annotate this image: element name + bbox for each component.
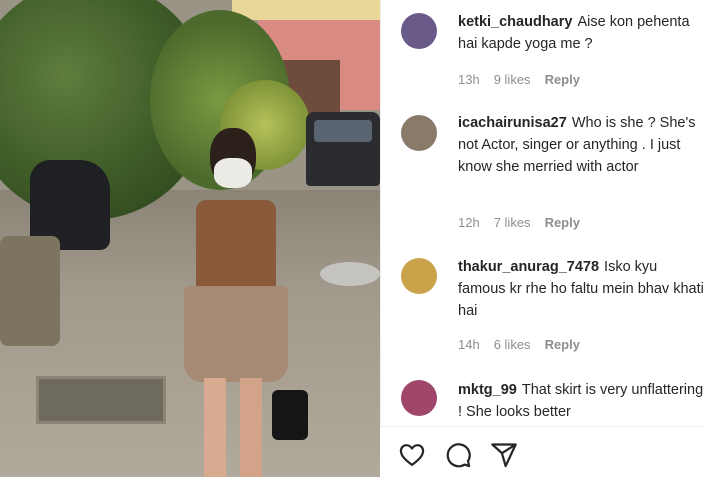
heart-icon[interactable]: [398, 441, 426, 469]
comment-username[interactable]: thakur_anurag_7478: [458, 259, 599, 275]
action-bar: [380, 426, 706, 477]
leg: [204, 378, 226, 477]
printed-skirt: [184, 286, 288, 382]
comment-likes[interactable]: 9 likes: [494, 72, 531, 87]
reply-button[interactable]: Reply: [545, 337, 580, 352]
comment-meta: 14h 6 likes Reply: [458, 337, 594, 352]
avatar[interactable]: [401, 13, 437, 49]
comment-meta: 12h 7 likes Reply: [458, 215, 594, 230]
avatar[interactable]: [401, 115, 437, 151]
comment-body: ketki_chaudhary Aise kon pehenta hai kapd…: [458, 11, 706, 55]
comment-body: mktg_99 That skirt is very unflattering !…: [458, 379, 706, 423]
avatar-image: [401, 258, 437, 294]
comment-likes[interactable]: 7 likes: [494, 215, 531, 230]
comment-meta: 13h 9 likes Reply: [458, 72, 594, 87]
puddle: [320, 262, 380, 286]
comment-likes[interactable]: 6 likes: [494, 337, 531, 352]
comment-username[interactable]: icachairunisa27: [458, 115, 567, 131]
post-photo[interactable]: [0, 0, 380, 477]
avatar-image: [401, 380, 437, 416]
share-icon[interactable]: [490, 441, 518, 469]
comment-time[interactable]: 12h: [458, 215, 480, 230]
reply-button[interactable]: Reply: [545, 215, 580, 230]
car-window: [314, 120, 372, 142]
avatar[interactable]: [401, 380, 437, 416]
comment-body: icachairunisa27 Who is she ? She's not Ac…: [458, 112, 706, 178]
walking-woman: [178, 128, 308, 477]
comment-username[interactable]: mktg_99: [458, 382, 517, 398]
reply-button[interactable]: Reply: [545, 72, 580, 87]
comment-time[interactable]: 13h: [458, 72, 480, 87]
face-mask: [214, 158, 252, 188]
avatar-image: [401, 13, 437, 49]
handbag: [272, 390, 308, 440]
avatar[interactable]: [401, 258, 437, 294]
comments-panel[interactable]: ketki_chaudhary Aise kon pehenta hai kapd…: [380, 0, 706, 477]
leg: [240, 378, 262, 477]
comment-time[interactable]: 14h: [458, 337, 480, 352]
comment-body: thakur_anurag_7478 Isko kyu famous kr rhe…: [458, 256, 706, 322]
building-roof: [232, 0, 380, 20]
avatar-image: [401, 115, 437, 151]
comment-icon[interactable]: [444, 441, 472, 469]
drain-cover: [36, 376, 166, 424]
camisole-top: [196, 200, 276, 292]
comment-username[interactable]: ketki_chaudhary: [458, 14, 572, 30]
seated-person: [0, 236, 60, 346]
